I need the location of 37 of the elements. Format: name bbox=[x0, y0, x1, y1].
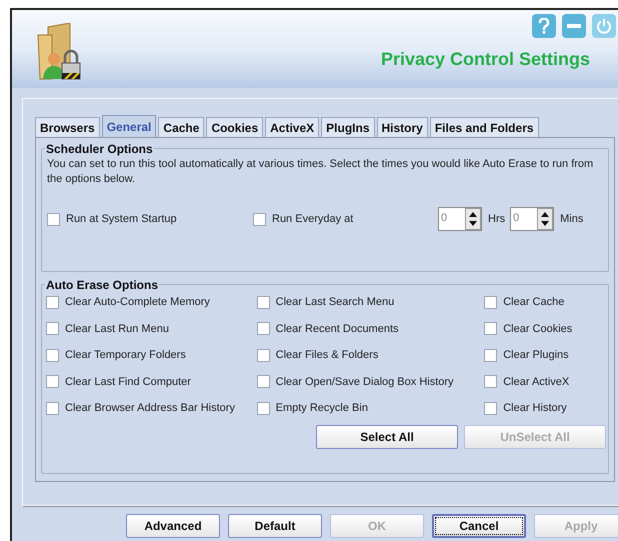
dialog-button[interactable]: Default bbox=[228, 514, 322, 538]
checkbox-label: Clear Plugins bbox=[503, 348, 569, 363]
checkbox-label: Clear History bbox=[503, 401, 567, 416]
checkbox-label: Clear Last Search Menu bbox=[276, 295, 394, 310]
spinner-value: 0 bbox=[440, 211, 448, 226]
checkbox-label: Clear Temporary Folders bbox=[65, 348, 186, 363]
tab[interactable]: PlugIns bbox=[321, 117, 374, 137]
checkbox-label: Clear Files & Folders bbox=[276, 348, 378, 363]
tab[interactable]: Browsers bbox=[35, 117, 100, 137]
dialog-button[interactable]: Advanced bbox=[126, 514, 220, 538]
number-spinner[interactable]: 0 bbox=[438, 207, 482, 231]
tab[interactable]: General bbox=[102, 115, 156, 137]
checkbox-label: Clear Open/Save Dialog Box History bbox=[276, 374, 454, 390]
dialog-button[interactable]: Select All bbox=[316, 424, 458, 448]
checkbox-label: Clear Auto-Complete Memory bbox=[65, 295, 210, 310]
number-spinner[interactable]: 0 bbox=[510, 207, 554, 231]
checkbox-label: Clear Last Find Computer bbox=[65, 374, 191, 390]
description-text: You can set to run this tool automatically at various times. Select the times you would like Auto Erase to run from the options below. bbox=[47, 157, 594, 187]
checkbox-label: Clear ActiveX bbox=[503, 374, 570, 390]
tab[interactable]: Cache bbox=[158, 117, 204, 137]
checkbox-label: Clear Browser Address Bar History bbox=[65, 401, 235, 416]
checkbox-label: Clear Cache bbox=[503, 295, 564, 310]
unit-label: Mins bbox=[560, 212, 584, 227]
tab[interactable]: ActiveX bbox=[265, 117, 320, 137]
checkbox-label: Empty Recycle Bin bbox=[276, 401, 368, 416]
tab[interactable]: Cookies bbox=[206, 117, 264, 137]
checkbox-label: Run at System Startup bbox=[66, 212, 177, 227]
tab[interactable]: Files and Folders bbox=[430, 117, 539, 137]
dialog-button[interactable]: Cancel bbox=[432, 514, 526, 538]
checkbox-label: Clear Recent Documents bbox=[276, 322, 399, 336]
checkbox-label: Clear Cookies bbox=[503, 322, 572, 336]
spinner-value: 0 bbox=[512, 211, 520, 226]
window-title: Privacy Control Settings bbox=[380, 48, 590, 71]
checkbox-label: Clear Last Run Menu bbox=[65, 322, 169, 336]
unit-label: Hrs bbox=[488, 212, 506, 227]
checkbox-label: Run Everyday at bbox=[272, 212, 354, 227]
tab[interactable]: History bbox=[376, 117, 428, 137]
